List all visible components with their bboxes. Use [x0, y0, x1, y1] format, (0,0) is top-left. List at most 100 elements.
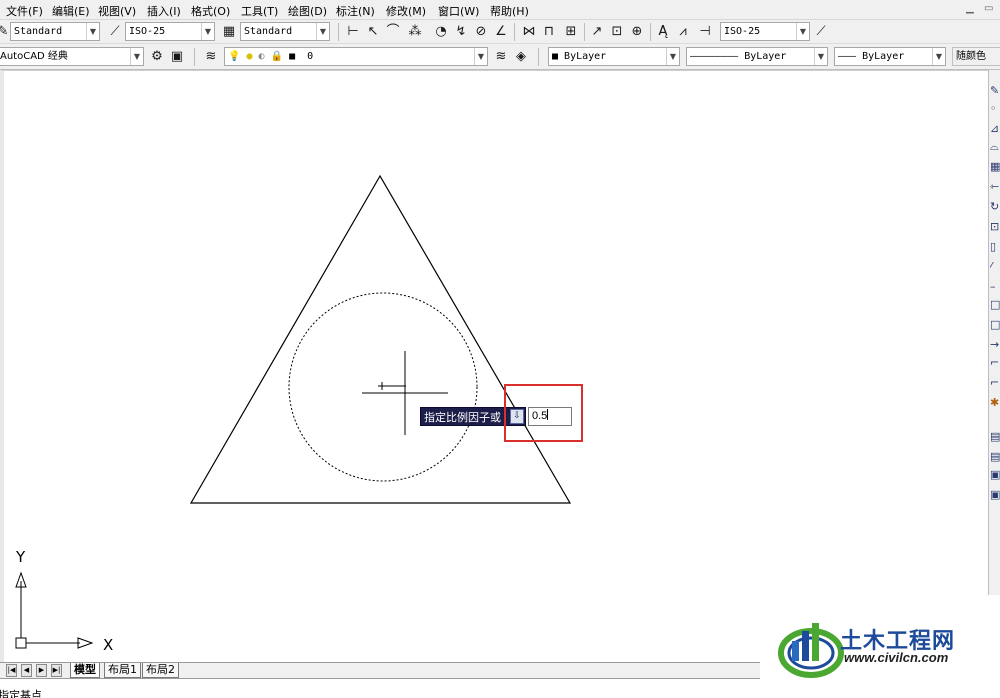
chamfer-icon[interactable]: →: [990, 338, 1000, 352]
array-icon[interactable]: ▦: [990, 160, 1000, 174]
draworder-front-icon[interactable]: ▤: [990, 430, 1000, 444]
menu-view[interactable]: 视图(V): [98, 3, 136, 19]
mirror-icon[interactable]: ⊿: [990, 122, 1000, 136]
dim-style-icon[interactable]: ⟋: [106, 23, 124, 41]
dim-aligned-icon[interactable]: ↖: [364, 23, 382, 41]
minimize-icon[interactable]: ▁: [966, 3, 976, 15]
workspace-select[interactable]: AutoCAD 经典 ▼: [0, 47, 144, 66]
scale-icon[interactable]: ⊡: [990, 220, 1000, 234]
move-icon[interactable]: ⇽: [990, 180, 1000, 194]
color-swatch: ■: [552, 51, 565, 62]
erase-icon[interactable]: ✎: [990, 84, 1000, 98]
menu-format[interactable]: 格式(O): [191, 3, 230, 19]
center-mark-icon[interactable]: ⊕: [628, 23, 646, 41]
layer-color-swatch: ■: [289, 51, 296, 62]
stretch-icon[interactable]: ▯: [990, 240, 1000, 254]
layers-toolbar: AutoCAD 经典 ▼ ⚙ ▣ ≋ 💡 ● ◐ 🔒 ■ 0 ▼ ≋ ◈ ■ By…: [0, 44, 1000, 70]
draworder-back-icon[interactable]: ▤: [990, 450, 1000, 464]
tab-model[interactable]: 模型: [70, 663, 100, 678]
dim-jogged-icon[interactable]: ↯: [452, 23, 470, 41]
dim-baseline-icon[interactable]: ⊓: [540, 23, 558, 41]
rotate-icon[interactable]: ↻: [990, 200, 1000, 214]
layer-states-icon[interactable]: ◈: [512, 48, 530, 66]
dim-style-select[interactable]: ISO-25 ▼: [125, 22, 215, 41]
tab-layout2[interactable]: 布局2: [142, 663, 179, 678]
dim-diameter-icon[interactable]: ⊘: [472, 23, 490, 41]
break-icon[interactable]: □: [990, 298, 1000, 312]
menu-modify[interactable]: 修改(M): [386, 3, 426, 19]
trim-icon[interactable]: ⁄: [990, 260, 1000, 274]
dim-ordinate-icon[interactable]: ⁂: [406, 23, 424, 41]
dim-update-icon[interactable]: ⊣: [696, 23, 714, 41]
menu-file[interactable]: 文件(F): [6, 3, 43, 19]
save-workspace-icon[interactable]: ▣: [168, 48, 186, 66]
toolbar-separator: [584, 23, 585, 41]
menu-draw[interactable]: 绘图(D): [288, 3, 327, 19]
menu-window[interactable]: 窗口(W): [438, 3, 479, 19]
chevron-down-icon: ▼: [86, 23, 99, 40]
join-icon[interactable]: □: [990, 318, 1000, 332]
dim-text-edit-icon[interactable]: ⩘: [674, 23, 692, 41]
watermark: 土木工程网 www.civilcn.com: [760, 595, 1000, 698]
tolerance-icon[interactable]: ⊡: [608, 23, 626, 41]
color-select[interactable]: ■ ByLayer ▼: [548, 47, 680, 66]
chevron-down-icon: ▼: [130, 48, 143, 65]
offset-icon[interactable]: ⌓: [990, 140, 1000, 154]
layer-properties-icon[interactable]: ≋: [202, 48, 220, 66]
lineweight-value: ByLayer: [862, 51, 905, 62]
extend-icon[interactable]: –: [990, 280, 1000, 294]
text-style-value: Standard: [14, 26, 63, 37]
layer-select[interactable]: 💡 ● ◐ 🔒 ■ 0 ▼: [224, 47, 488, 66]
freeze-vp-icon: ◐: [258, 51, 265, 62]
triangle[interactable]: [189, 174, 572, 504]
dim-angular-icon[interactable]: ∠: [492, 23, 510, 41]
lineweight-select[interactable]: ——— ByLayer ▼: [834, 47, 946, 66]
table-style-icon[interactable]: ▦: [220, 23, 238, 41]
explode-icon[interactable]: ⌐: [990, 376, 1000, 390]
workspace-settings-icon[interactable]: ⚙: [148, 48, 166, 66]
watermark-logo-icon: [778, 623, 844, 678]
copy-icon[interactable]: ◦: [990, 102, 1000, 116]
restore-icon[interactable]: ▭: [984, 3, 994, 15]
linetype-sample: ————————: [690, 51, 745, 62]
table-style-select[interactable]: Standard ▼: [240, 22, 330, 41]
ucs-x-label: X: [103, 636, 113, 654]
layout-tab-bar: |◀ ◀ ▶ ▶| 模型 布局1 布局2: [0, 662, 760, 678]
plot-style-value: 随颜色: [956, 51, 986, 62]
text-style-select[interactable]: Standard ▼: [10, 22, 100, 41]
fillet-icon[interactable]: ⌐: [990, 356, 1000, 370]
ucs-y-label: Y: [15, 548, 26, 566]
scaled-circle-preview: [288, 292, 478, 482]
dim-linear-icon[interactable]: ⊢: [344, 23, 362, 41]
menu-dimension[interactable]: 标注(N): [336, 3, 375, 19]
toolbar-separator: [650, 23, 651, 41]
color-value: ByLayer: [564, 51, 607, 62]
lineweight-sample: ———: [838, 51, 863, 62]
dim-style-manager-icon[interactable]: ⟋: [812, 23, 830, 41]
last-tab-button[interactable]: ▶|: [51, 664, 62, 677]
draworder-above-icon[interactable]: ▣: [990, 468, 1000, 482]
dim-continue-icon[interactable]: ⊞: [562, 23, 580, 41]
explode-star-icon[interactable]: ✱: [990, 396, 1000, 410]
drawing-svg: Y X: [15, 174, 572, 654]
layer-previous-icon[interactable]: ≋: [492, 48, 510, 66]
menu-tools[interactable]: 工具(T): [241, 3, 278, 19]
menu-help[interactable]: 帮助(H): [490, 3, 529, 19]
menu-edit[interactable]: 编辑(E): [52, 3, 90, 19]
dim-arc-icon[interactable]: ⌒: [384, 23, 402, 41]
dim-edit-icon[interactable]: Ą: [654, 23, 672, 41]
linetype-select[interactable]: ———————— ByLayer ▼: [686, 47, 828, 66]
drawing-canvas[interactable]: Y X: [0, 70, 988, 662]
plot-style-select[interactable]: 随颜色: [952, 47, 1000, 66]
quick-dim-icon[interactable]: ⋈: [520, 23, 538, 41]
dim-style-select-2[interactable]: ISO-25 ▼: [720, 22, 810, 41]
tab-layout1[interactable]: 布局1: [104, 663, 141, 678]
draworder-under-icon[interactable]: ▣: [990, 488, 1000, 502]
quick-leader-icon[interactable]: ↗: [588, 23, 606, 41]
first-tab-button[interactable]: |◀: [6, 664, 17, 677]
next-tab-button[interactable]: ▶: [36, 664, 47, 677]
dim-radius-icon[interactable]: ◔: [432, 23, 450, 41]
menu-insert[interactable]: 插入(I): [147, 3, 181, 19]
prev-tab-button[interactable]: ◀: [21, 664, 32, 677]
command-line[interactable]: 指定基点: [0, 678, 760, 698]
